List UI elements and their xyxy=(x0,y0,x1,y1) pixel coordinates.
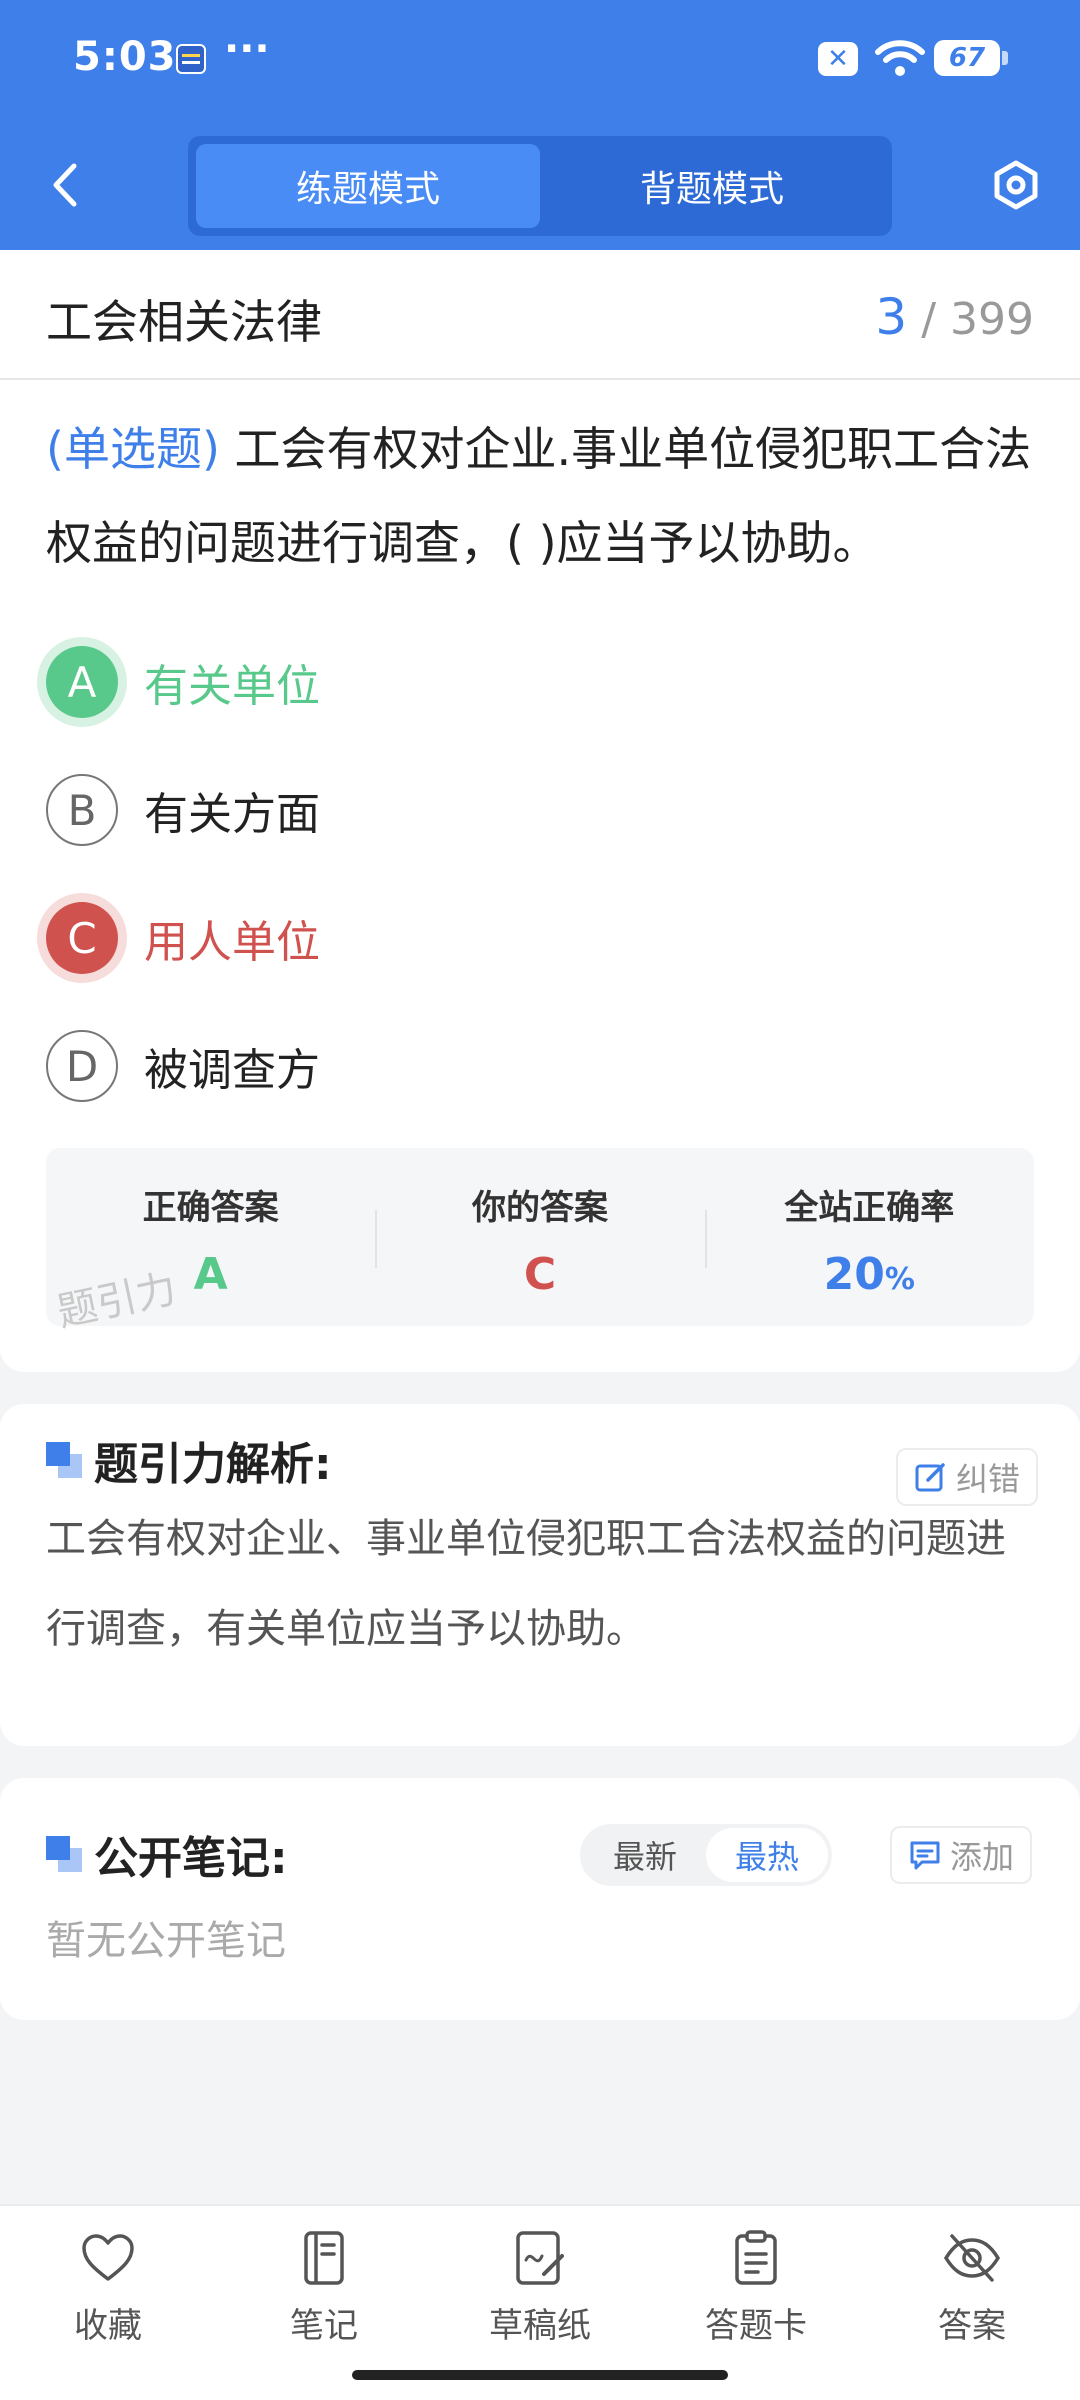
notes-sort-switch: 最新 最热 xyxy=(580,1824,832,1886)
question-stem: (单选题) 工会有权对企业.事业单位侵犯职工合法权益的问题进行调查，( )应当予… xyxy=(46,402,1041,590)
status-time: 5:03 xyxy=(73,34,177,80)
option-letter: A xyxy=(46,646,118,718)
option-b[interactable]: B 有关方面 xyxy=(46,772,846,848)
correct-answer-label: 正确答案 xyxy=(142,1188,279,1228)
mode-switch: 练题模式 背题模式 xyxy=(188,136,892,236)
question-card: 工会相关法律 3 / 399 (单选题) 工会有权对企业.事业单位侵犯职工合法权… xyxy=(0,250,1080,1372)
battery-icon: 67 xyxy=(934,40,1008,76)
answer-summary: 正确答案 A 题引力 你的答案 C 全站正确率 20% xyxy=(46,1148,1034,1336)
nav-label: 答题卡 xyxy=(705,2306,807,2346)
heart-icon xyxy=(78,2228,138,2288)
eye-off-icon xyxy=(942,2228,1002,2288)
accuracy-rate-col: 全站正确率 20% xyxy=(704,1148,1034,1326)
wifi-icon xyxy=(875,40,925,76)
sort-hottest[interactable]: 最热 xyxy=(706,1828,828,1882)
tab-practice-mode[interactable]: 练题模式 xyxy=(196,144,540,228)
add-note-label: 添加 xyxy=(950,1838,1015,1876)
tab-memorize-mode[interactable]: 背题模式 xyxy=(540,144,884,228)
question-progress: 3 / 399 xyxy=(875,288,1034,346)
accuracy-rate-number: 20 xyxy=(823,1249,885,1300)
public-notes-card: 公开笔记: 最新 最热 添加 暂无公开笔记 xyxy=(0,1778,1080,2020)
option-letter: B xyxy=(46,774,118,846)
option-letter: C xyxy=(46,902,118,974)
answer-sheet-icon xyxy=(726,2228,786,2288)
nav-label: 草稿纸 xyxy=(489,2306,591,2346)
option-a[interactable]: A 有关单位 xyxy=(46,644,846,720)
your-answer-label: 你的答案 xyxy=(471,1188,608,1228)
total-questions: 399 xyxy=(950,294,1034,345)
nav-label: 笔记 xyxy=(290,2306,358,2346)
more-notifications-icon: ··· xyxy=(224,26,270,72)
option-text: 有关方面 xyxy=(144,789,320,840)
notebook-icon xyxy=(294,2228,354,2288)
chapter-row: 工会相关法律 3 / 399 xyxy=(0,250,1080,380)
draft-paper-icon xyxy=(510,2228,570,2288)
nav-favorite[interactable]: 收藏 xyxy=(0,2206,216,2400)
progress-separator: / xyxy=(921,294,937,345)
section-squares-icon xyxy=(46,1442,82,1478)
analysis-title: 题引力解析: xyxy=(94,1439,332,1490)
option-d[interactable]: D 被调查方 xyxy=(46,1028,846,1104)
settings-hexagon-icon[interactable] xyxy=(986,155,1046,215)
analysis-card: 题引力解析: 纠错 工会有权对企业、事业单位侵犯职工合法权益的问题进行调查，有关… xyxy=(0,1404,1080,1746)
your-answer-value: C xyxy=(523,1249,557,1300)
option-text: 被调查方 xyxy=(144,1045,320,1096)
option-c[interactable]: C 用人单位 xyxy=(46,900,846,976)
comment-icon xyxy=(908,1838,942,1872)
add-note-button[interactable]: 添加 xyxy=(890,1826,1033,1884)
sort-latest[interactable]: 最新 xyxy=(584,1828,706,1882)
option-text: 有关单位 xyxy=(144,661,320,712)
app-header: 5:03 ··· ✕ 67 练题模式 背题模式 xyxy=(0,0,1080,250)
nav-label: 收藏 xyxy=(74,2306,142,2346)
signal-off-icon: ✕ xyxy=(818,42,858,76)
wallet-app-icon xyxy=(176,44,206,74)
empty-notes-text: 暂无公开笔记 xyxy=(46,1918,286,1964)
question-type-label: (单选题) xyxy=(46,422,220,476)
nav-label: 答案 xyxy=(938,2306,1006,2346)
nav-show-answer[interactable]: 答案 xyxy=(864,2206,1080,2400)
your-answer-col: 你的答案 C xyxy=(375,1148,704,1326)
section-squares-icon xyxy=(46,1836,82,1872)
notes-title: 公开笔记: xyxy=(94,1833,288,1884)
back-arrow-icon[interactable] xyxy=(40,155,90,215)
accuracy-rate-label: 全站正确率 xyxy=(784,1188,955,1228)
current-question-number: 3 xyxy=(875,288,908,346)
edit-icon xyxy=(914,1460,948,1494)
correct-answer-col: 正确答案 A 题引力 xyxy=(46,1148,375,1336)
accuracy-rate-unit: % xyxy=(884,1262,915,1297)
accuracy-rate-value: 20% xyxy=(705,1249,1034,1300)
option-text: 用人单位 xyxy=(144,917,320,968)
option-letter: D xyxy=(46,1030,118,1102)
chapter-title: 工会相关法律 xyxy=(46,295,322,349)
analysis-text: 工会有权对企业、事业单位侵犯职工合法权益的问题进行调查，有关单位应当予以协助。 xyxy=(46,1516,1006,1652)
home-indicator[interactable] xyxy=(352,2370,728,2380)
